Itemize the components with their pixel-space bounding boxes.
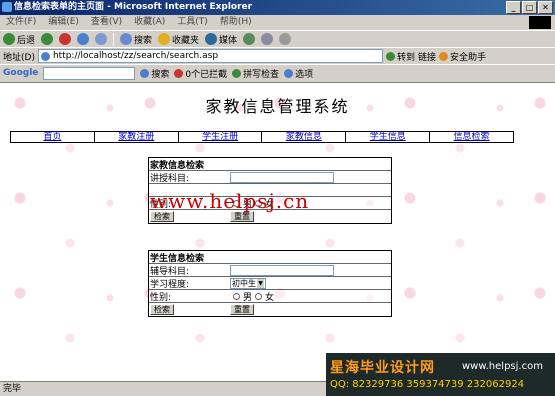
page-title: 家教信息管理系统 [205, 97, 350, 116]
go-arrow-icon [385, 51, 395, 61]
student-form-heading: 学生信息检索 [149, 251, 391, 264]
student-male-label: 男 [243, 292, 253, 303]
maximize-button[interactable]: □ [522, 1, 537, 14]
window-controls: _ □ ✕ [506, 1, 553, 14]
student-buttons-row: 检索 重置 [149, 303, 391, 316]
student-subject-row: 辅导科目: [149, 264, 391, 277]
menu-view[interactable]: 查看(V) [91, 15, 122, 30]
ad-qq: QQ: 82329736 359374739 232062924 [330, 379, 525, 390]
nav-search[interactable]: 信息检索 [430, 132, 513, 142]
close-button[interactable]: ✕ [538, 1, 553, 14]
watermark: www.helpsj.cn [150, 189, 310, 213]
ad-site-name: 星海毕业设计网 [330, 360, 435, 376]
nav-tutor-register[interactable]: 家教注册 [95, 132, 179, 142]
address-url: http://localhost/zz/search/search.asp [52, 51, 219, 61]
security-assistant-button[interactable]: 安全助手 [438, 50, 486, 63]
refresh-button[interactable] [77, 33, 90, 45]
print-button[interactable] [279, 33, 292, 45]
student-gender-row: 性别: 男 女 [149, 290, 391, 303]
page-icon [40, 51, 50, 61]
media-icon [205, 33, 218, 45]
nav-home[interactable]: 首页 [11, 132, 95, 142]
mail-button[interactable] [261, 33, 274, 45]
student-gender-label: 性别: [150, 292, 172, 303]
back-arrow-icon [3, 33, 15, 45]
links-button[interactable]: 链接 [418, 50, 436, 63]
minimize-button[interactable]: _ [506, 1, 521, 14]
search-icon [120, 33, 133, 45]
windows-logo-icon [529, 16, 551, 29]
menu-bar: 文件(F) 编辑(E) 查看(V) 收藏(A) 工具(T) 帮助(H) [0, 15, 555, 30]
menu-tools[interactable]: 工具(T) [177, 15, 208, 30]
tutor-subject-row: 讲授科目: [149, 171, 391, 184]
options-icon [284, 68, 294, 78]
ie-icon [2, 2, 12, 12]
tutor-form-heading: 家教信息检索 [149, 158, 391, 171]
address-input[interactable]: http://localhost/zz/search/search.asp [37, 49, 383, 63]
menu-edit[interactable]: 编辑(E) [48, 15, 79, 30]
google-search-button[interactable]: 搜索 [140, 67, 169, 80]
spell-check-icon [232, 68, 242, 78]
go-button[interactable]: 转到 [385, 50, 415, 63]
back-button[interactable]: 后退 [3, 33, 35, 46]
window-titlebar: 信息检索表单的主页面 - Microsoft Internet Explorer… [0, 0, 555, 15]
student-level-label: 学习程度: [150, 279, 190, 290]
history-button[interactable] [243, 33, 256, 45]
favorites-button[interactable]: 收藏夹 [158, 33, 199, 46]
student-female-radio[interactable] [255, 292, 263, 300]
nav-bar: 首页 家教注册 学生注册 家教信息 学生信息 信息检索 [10, 131, 514, 143]
favorites-icon [158, 33, 171, 45]
dropdown-arrow-icon: ▼ [257, 278, 264, 288]
google-toolbar: Google 搜索 0个已拦截 拼写检查 选项 [0, 64, 555, 81]
search-button[interactable]: 搜索 [120, 33, 152, 46]
nav-student-info[interactable]: 学生信息 [346, 132, 431, 142]
stop-button[interactable] [59, 33, 72, 45]
menu-favorites[interactable]: 收藏(A) [134, 15, 165, 30]
forward-button[interactable] [41, 33, 54, 45]
student-level-row: 学习程度: 初中生 ▼ [149, 277, 391, 290]
nav-student-register[interactable]: 学生注册 [179, 132, 263, 142]
student-subject-label: 辅导科目: [150, 266, 190, 277]
student-search-form: 学生信息检索 辅导科目: 学习程度: 初中生 ▼ 性别: 男 女 检索 重置 [148, 250, 392, 317]
google-g-icon [140, 68, 150, 78]
address-label: 地址(D) [3, 52, 35, 63]
tutor-subject-input[interactable] [230, 171, 334, 183]
blocker-icon [174, 68, 184, 78]
media-button[interactable]: 媒体 [205, 33, 237, 46]
student-level-value: 初中生 [232, 278, 256, 288]
ad-url: www.helpsj.com [462, 361, 543, 372]
student-reset-button[interactable]: 重置 [230, 304, 254, 315]
home-button[interactable] [95, 33, 108, 45]
student-female-label: 女 [265, 292, 275, 303]
google-search-input[interactable] [43, 66, 136, 80]
nav-tutor-info[interactable]: 家教信息 [262, 132, 347, 142]
google-logo: Google [3, 68, 39, 78]
student-subject-input[interactable] [230, 264, 334, 276]
page-content: 家教信息管理系统 首页 家教注册 学生注册 家教信息 学生信息 信息检索 家教信… [0, 82, 555, 381]
student-male-radio[interactable] [233, 292, 240, 300]
shield-icon [438, 51, 448, 61]
popup-blocker[interactable]: 0个已拦截 [174, 67, 227, 80]
spell-check-button[interactable]: 拼写检查 [232, 67, 279, 80]
standard-toolbar: 后退 搜索 收藏夹 媒体 [0, 30, 555, 47]
student-level-select[interactable]: 初中生 ▼ [230, 277, 266, 289]
window-title: 信息检索表单的主页面 - Microsoft Internet Explorer [14, 2, 253, 12]
toolbar-separator [113, 32, 115, 46]
menu-file[interactable]: 文件(F) [6, 15, 36, 30]
flower-background [0, 83, 555, 381]
ad-banner: 星海毕业设计网 www.helpsj.com QQ: 82329736 3593… [326, 353, 555, 396]
status-text: 完毕 [3, 384, 22, 394]
address-bar: 地址(D) http://localhost/zz/search/search.… [0, 47, 555, 64]
student-search-button[interactable]: 检索 [150, 303, 174, 315]
menu-help[interactable]: 帮助(H) [220, 15, 252, 30]
options-button[interactable]: 选项 [284, 67, 313, 80]
tutor-subject-label: 讲授科目: [150, 173, 190, 184]
